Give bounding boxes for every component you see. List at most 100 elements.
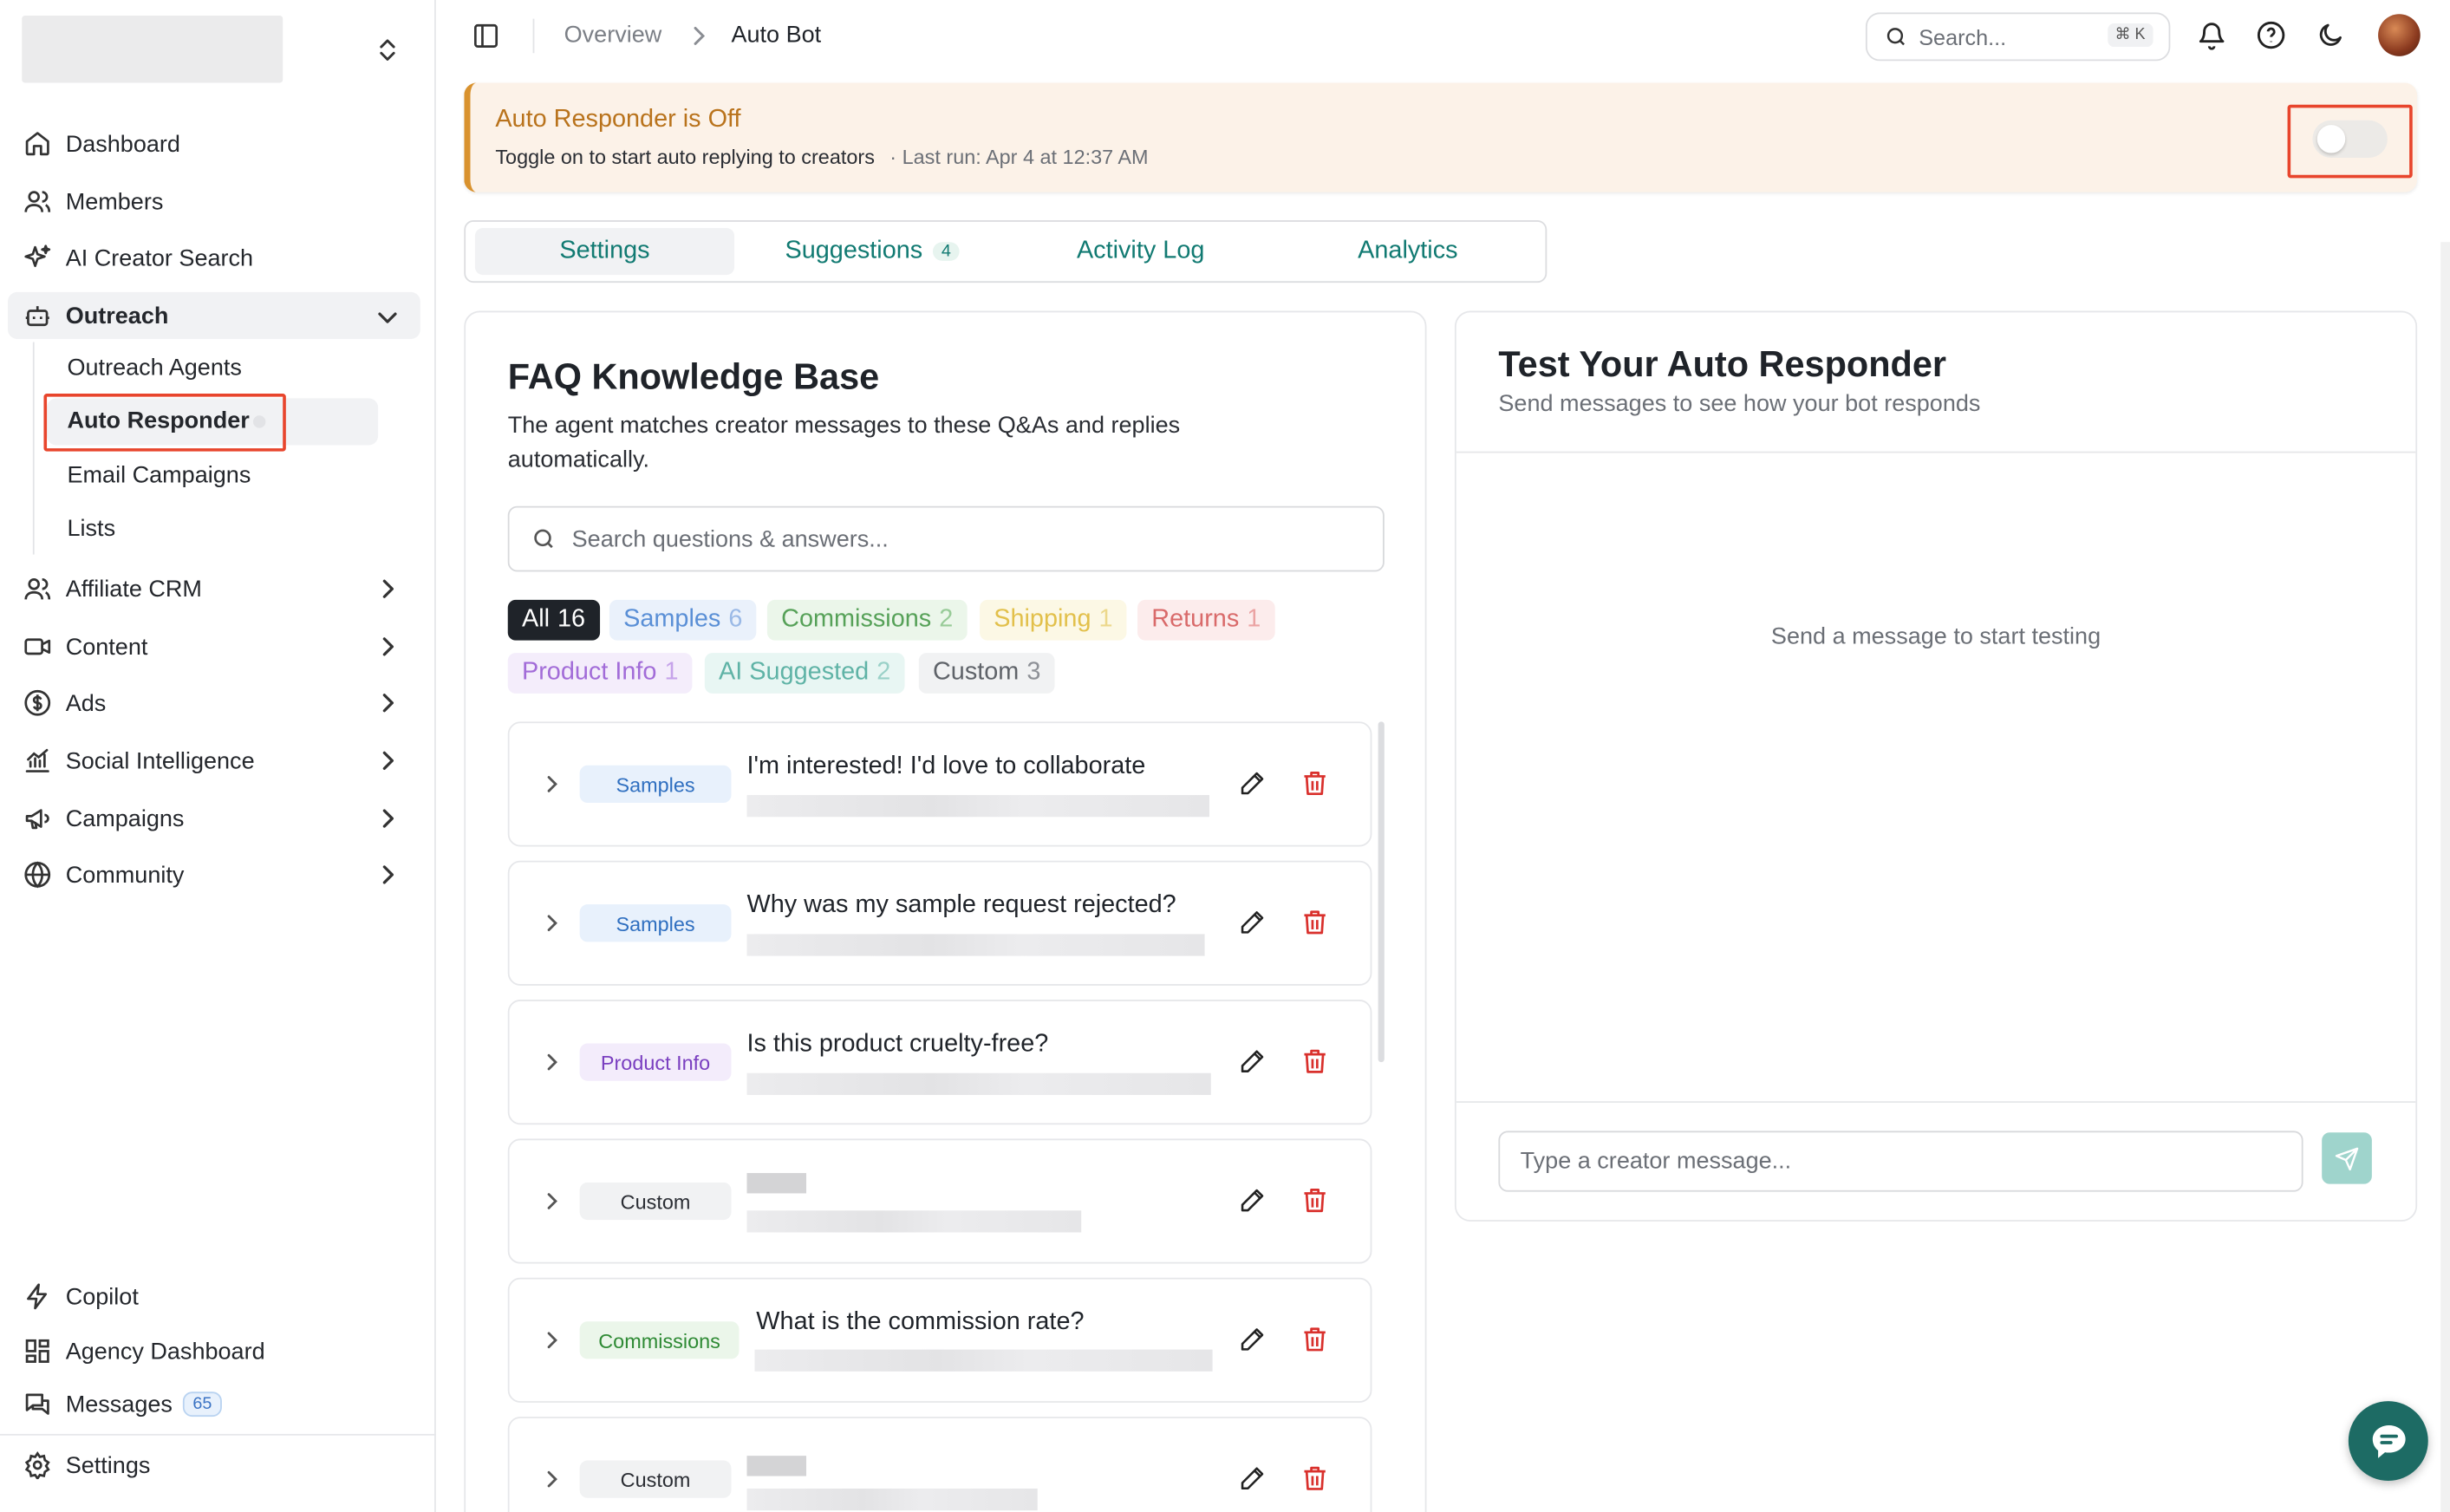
filter-count: 6 xyxy=(728,606,743,633)
trash-icon[interactable] xyxy=(1303,770,1326,797)
chevron-right-icon[interactable] xyxy=(375,690,401,715)
nav-ai-creator-search[interactable]: AI Creator Search xyxy=(22,238,253,278)
filter-count: 1 xyxy=(1247,606,1261,633)
nav-auto-responder[interactable]: Auto Responder xyxy=(67,407,249,434)
filter-label: Samples xyxy=(623,606,721,633)
filter-shipping[interactable]: Shipping 1 xyxy=(980,599,1127,641)
faq-search-input[interactable]: Search questions & answers... xyxy=(507,505,1385,572)
tab-suggestions[interactable]: Suggestions 4 xyxy=(746,222,996,281)
faq-item[interactable]: Product Info Is this product cruelty-fre… xyxy=(507,1000,1372,1125)
trash-icon[interactable] xyxy=(1303,909,1326,936)
auto-responder-status-banner: Auto Responder is Off Toggle on to start… xyxy=(464,82,2418,192)
bell-icon[interactable] xyxy=(2197,20,2226,50)
chevron-right-icon[interactable] xyxy=(541,912,563,934)
chevron-right-icon[interactable] xyxy=(541,1052,563,1073)
pencil-icon[interactable] xyxy=(1239,1048,1266,1075)
faq-list-scrollbar[interactable] xyxy=(1378,721,1385,1063)
chart-icon xyxy=(22,745,53,776)
pencil-icon[interactable] xyxy=(1239,1326,1266,1353)
nav-community[interactable]: Community xyxy=(22,855,184,896)
bot-icon xyxy=(22,300,53,331)
filter-custom[interactable]: Custom 3 xyxy=(918,653,1055,694)
faq-item[interactable]: Commissions What is the commission rate? xyxy=(507,1277,1372,1403)
help-icon[interactable] xyxy=(2257,20,2286,49)
chevron-down-icon[interactable] xyxy=(375,304,401,329)
filter-returns[interactable]: Returns 1 xyxy=(1137,599,1275,641)
faq-question: Is this product cruelty-free? xyxy=(746,1031,1049,1058)
creator-message-input[interactable]: Type a creator message... xyxy=(1498,1131,2303,1192)
category-badge: Samples xyxy=(579,765,732,804)
pencil-icon[interactable] xyxy=(1239,909,1266,936)
page-scrollbar[interactable] xyxy=(2440,242,2450,1512)
trash-icon[interactable] xyxy=(1303,1326,1326,1353)
chevron-right-icon[interactable] xyxy=(541,1469,563,1490)
faq-question: Why was my sample request rejected? xyxy=(746,891,1176,919)
nav-ads[interactable]: Ads xyxy=(22,682,106,723)
faq-item[interactable]: Custom xyxy=(507,1138,1372,1264)
faq-title: FAQ Knowledge Base xyxy=(507,355,880,397)
faq-item[interactable]: Samples I'm interested! I'd love to coll… xyxy=(507,721,1372,847)
header-divider xyxy=(532,18,535,54)
send-button[interactable] xyxy=(2322,1132,2372,1184)
breadcrumb-overview[interactable]: Overview xyxy=(564,22,662,49)
chevron-right-icon[interactable] xyxy=(375,748,401,773)
sidebar-toggle-icon[interactable] xyxy=(472,22,499,49)
nav-campaigns-label: Campaigns xyxy=(65,805,185,832)
workspace-logo[interactable] xyxy=(22,16,283,83)
nav-content[interactable]: Content xyxy=(22,626,147,667)
nav-outreach-label: Outreach xyxy=(65,302,169,329)
nav-lists[interactable]: Lists xyxy=(67,516,115,543)
trash-icon[interactable] xyxy=(1303,1048,1326,1075)
trash-icon[interactable] xyxy=(1303,1465,1326,1492)
workspace-switcher-icon[interactable] xyxy=(376,37,398,62)
chevron-right-icon[interactable] xyxy=(541,773,563,795)
global-search-placeholder: Search... xyxy=(1919,23,2007,49)
nav-settings[interactable]: Settings xyxy=(22,1445,150,1486)
filter-samples[interactable]: Samples 6 xyxy=(609,599,757,641)
chat-bubble-icon xyxy=(2371,1424,2405,1457)
nav-content-label: Content xyxy=(65,633,148,661)
dark-mode-icon[interactable] xyxy=(2316,20,2345,49)
filter-commissions[interactable]: Commissions 2 xyxy=(766,599,968,641)
filter-label: Commissions xyxy=(781,606,932,633)
nav-settings-label: Settings xyxy=(65,1451,151,1479)
nav-members[interactable]: Members xyxy=(22,181,163,222)
pencil-icon[interactable] xyxy=(1239,770,1266,797)
pencil-icon[interactable] xyxy=(1239,1187,1266,1214)
chevron-right-icon[interactable] xyxy=(541,1329,563,1351)
chevron-right-icon[interactable] xyxy=(375,634,401,659)
tab-analytics[interactable]: Analytics xyxy=(1278,222,1537,281)
filter-ai-suggested[interactable]: AI Suggested 2 xyxy=(704,653,905,694)
global-search-input[interactable]: Search... ⌘ K xyxy=(1865,12,2171,62)
faq-item[interactable]: Custom xyxy=(507,1417,1372,1512)
chevron-right-icon[interactable] xyxy=(375,806,401,831)
filter-product-info[interactable]: Product Info 1 xyxy=(507,653,693,694)
chevron-right-icon[interactable] xyxy=(375,577,401,602)
chevron-right-icon[interactable] xyxy=(375,863,401,888)
avatar[interactable] xyxy=(2378,14,2421,56)
nav-campaigns[interactable]: Campaigns xyxy=(22,798,184,839)
globe-icon xyxy=(22,859,53,890)
nav-outreach-agents[interactable]: Outreach Agents xyxy=(67,355,241,381)
nav-affiliate-crm[interactable]: Affiliate CRM xyxy=(22,569,202,609)
home-icon xyxy=(22,128,53,160)
nav-dashboard[interactable]: Dashboard xyxy=(22,123,180,164)
nav-email-campaigns[interactable]: Email Campaigns xyxy=(67,462,251,489)
nav-messages[interactable]: Messages 65 xyxy=(22,1384,222,1424)
nav-copilot[interactable]: Copilot xyxy=(22,1276,139,1317)
trash-icon[interactable] xyxy=(1303,1187,1326,1214)
nav-agency-dashboard[interactable]: Agency Dashboard xyxy=(22,1331,265,1372)
tab-bar: Settings Suggestions 4 Activity Log Anal… xyxy=(464,220,1548,284)
tab-settings[interactable]: Settings xyxy=(475,222,734,281)
tab-activity-log[interactable]: Activity Log xyxy=(1013,222,1269,281)
faq-answer-redacted xyxy=(754,1349,1213,1372)
filter-all[interactable]: All 16 xyxy=(507,599,600,641)
auto-responder-toggle[interactable] xyxy=(2312,120,2388,158)
pencil-icon[interactable] xyxy=(1239,1465,1266,1492)
nav-outreach[interactable]: Outreach xyxy=(22,296,168,336)
chevron-right-icon[interactable] xyxy=(541,1190,563,1212)
search-icon xyxy=(1885,25,1908,49)
chat-support-button[interactable] xyxy=(2348,1401,2428,1481)
faq-item[interactable]: Samples Why was my sample request reject… xyxy=(507,860,1372,986)
nav-social-intelligence[interactable]: Social Intelligence xyxy=(22,740,255,781)
